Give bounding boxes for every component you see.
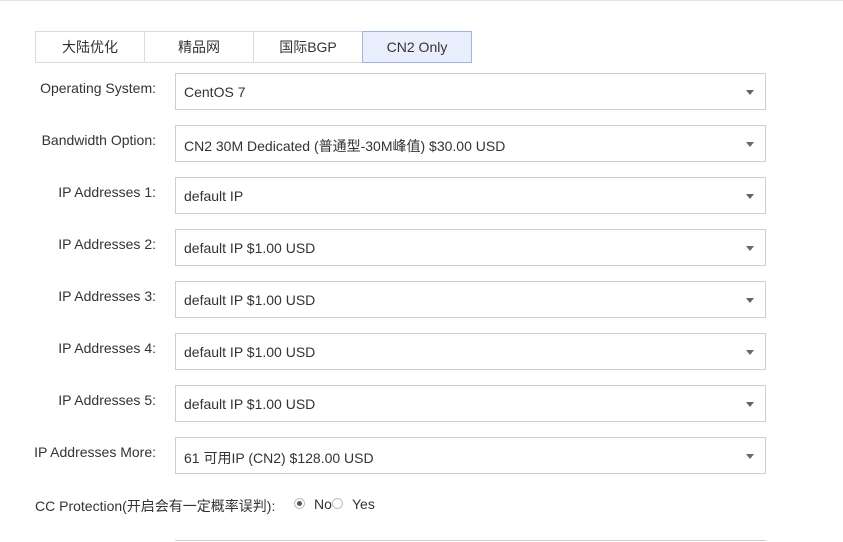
ip-addresses-3-select[interactable]: default IP $1.00 USD <box>175 281 766 318</box>
bandwidth-option-select[interactable]: CN2 30M Dedicated (普通型-30M峰值) $30.00 USD <box>175 125 766 162</box>
ip-addresses-2-row: IP Addresses 2: default IP $1.00 USD <box>0 229 843 266</box>
operating-system-value: CentOS 7 <box>184 84 246 100</box>
bandwidth-option-row: Bandwidth Option: CN2 30M Dedicated (普通型… <box>0 125 843 162</box>
cc-protection-yes-radio[interactable] <box>332 498 343 509</box>
ip-addresses-1-value: default IP <box>184 188 244 204</box>
ip-addresses-3-row: IP Addresses 3: default IP $1.00 USD <box>0 281 843 318</box>
caret-down-icon <box>746 246 754 251</box>
ip-addresses-4-value: default IP $1.00 USD <box>184 344 316 360</box>
tab-mainland-optimized[interactable]: 大陆优化 <box>35 31 145 63</box>
caret-down-icon <box>746 298 754 303</box>
caret-down-icon <box>746 194 754 199</box>
ip-addresses-5-select[interactable]: default IP $1.00 USD <box>175 385 766 422</box>
ip-addresses-3-label: IP Addresses 3: <box>58 288 156 304</box>
ip-addresses-5-label: IP Addresses 5: <box>58 392 156 408</box>
caret-down-icon <box>746 142 754 147</box>
ip-addresses-4-row: IP Addresses 4: default IP $1.00 USD <box>0 333 843 370</box>
ip-addresses-more-row: IP Addresses More: 61 可用IP (CN2) $128.00… <box>0 437 843 474</box>
cc-protection-no-label[interactable]: No <box>314 496 332 512</box>
cc-protection-no-radio[interactable] <box>294 498 305 509</box>
bandwidth-option-label: Bandwidth Option: <box>41 132 156 148</box>
tab-international-bgp[interactable]: 国际BGP <box>253 31 363 63</box>
operating-system-select[interactable]: CentOS 7 <box>175 73 766 110</box>
operating-system-label: Operating System: <box>40 80 156 96</box>
caret-down-icon <box>746 454 754 459</box>
ip-addresses-1-select[interactable]: default IP <box>175 177 766 214</box>
tab-cn2-only[interactable]: CN2 Only <box>362 31 472 63</box>
cc-protection-yes-label[interactable]: Yes <box>352 496 375 512</box>
ip-addresses-4-select[interactable]: default IP $1.00 USD <box>175 333 766 370</box>
caret-down-icon <box>746 350 754 355</box>
cc-protection-row: CC Protection(开启会有一定概率误判): No Yes <box>35 494 395 514</box>
next-field-top-edge <box>175 540 766 541</box>
ip-addresses-4-label: IP Addresses 4: <box>58 340 156 356</box>
ip-addresses-more-select[interactable]: 61 可用IP (CN2) $128.00 USD <box>175 437 766 474</box>
tab-premium-network[interactable]: 精品网 <box>144 31 254 63</box>
caret-down-icon <box>746 402 754 407</box>
network-type-tabs: 大陆优化 精品网 国际BGP CN2 Only <box>35 31 472 63</box>
caret-down-icon <box>746 90 754 95</box>
ip-addresses-more-label: IP Addresses More: <box>34 444 156 460</box>
ip-addresses-3-value: default IP $1.00 USD <box>184 292 316 308</box>
ip-addresses-2-label: IP Addresses 2: <box>58 236 156 252</box>
ip-addresses-more-value: 61 可用IP (CN2) $128.00 USD <box>184 450 374 466</box>
ip-addresses-2-value: default IP $1.00 USD <box>184 240 316 256</box>
top-divider <box>0 0 843 1</box>
ip-addresses-5-value: default IP $1.00 USD <box>184 396 316 412</box>
cc-protection-label: CC Protection(开启会有一定概率误判): <box>35 498 276 514</box>
bandwidth-option-value: CN2 30M Dedicated (普通型-30M峰值) $30.00 USD <box>184 138 506 154</box>
ip-addresses-1-label: IP Addresses 1: <box>58 184 156 200</box>
ip-addresses-1-row: IP Addresses 1: default IP <box>0 177 843 214</box>
operating-system-row: Operating System: CentOS 7 <box>0 73 843 110</box>
ip-addresses-5-row: IP Addresses 5: default IP $1.00 USD <box>0 385 843 422</box>
ip-addresses-2-select[interactable]: default IP $1.00 USD <box>175 229 766 266</box>
